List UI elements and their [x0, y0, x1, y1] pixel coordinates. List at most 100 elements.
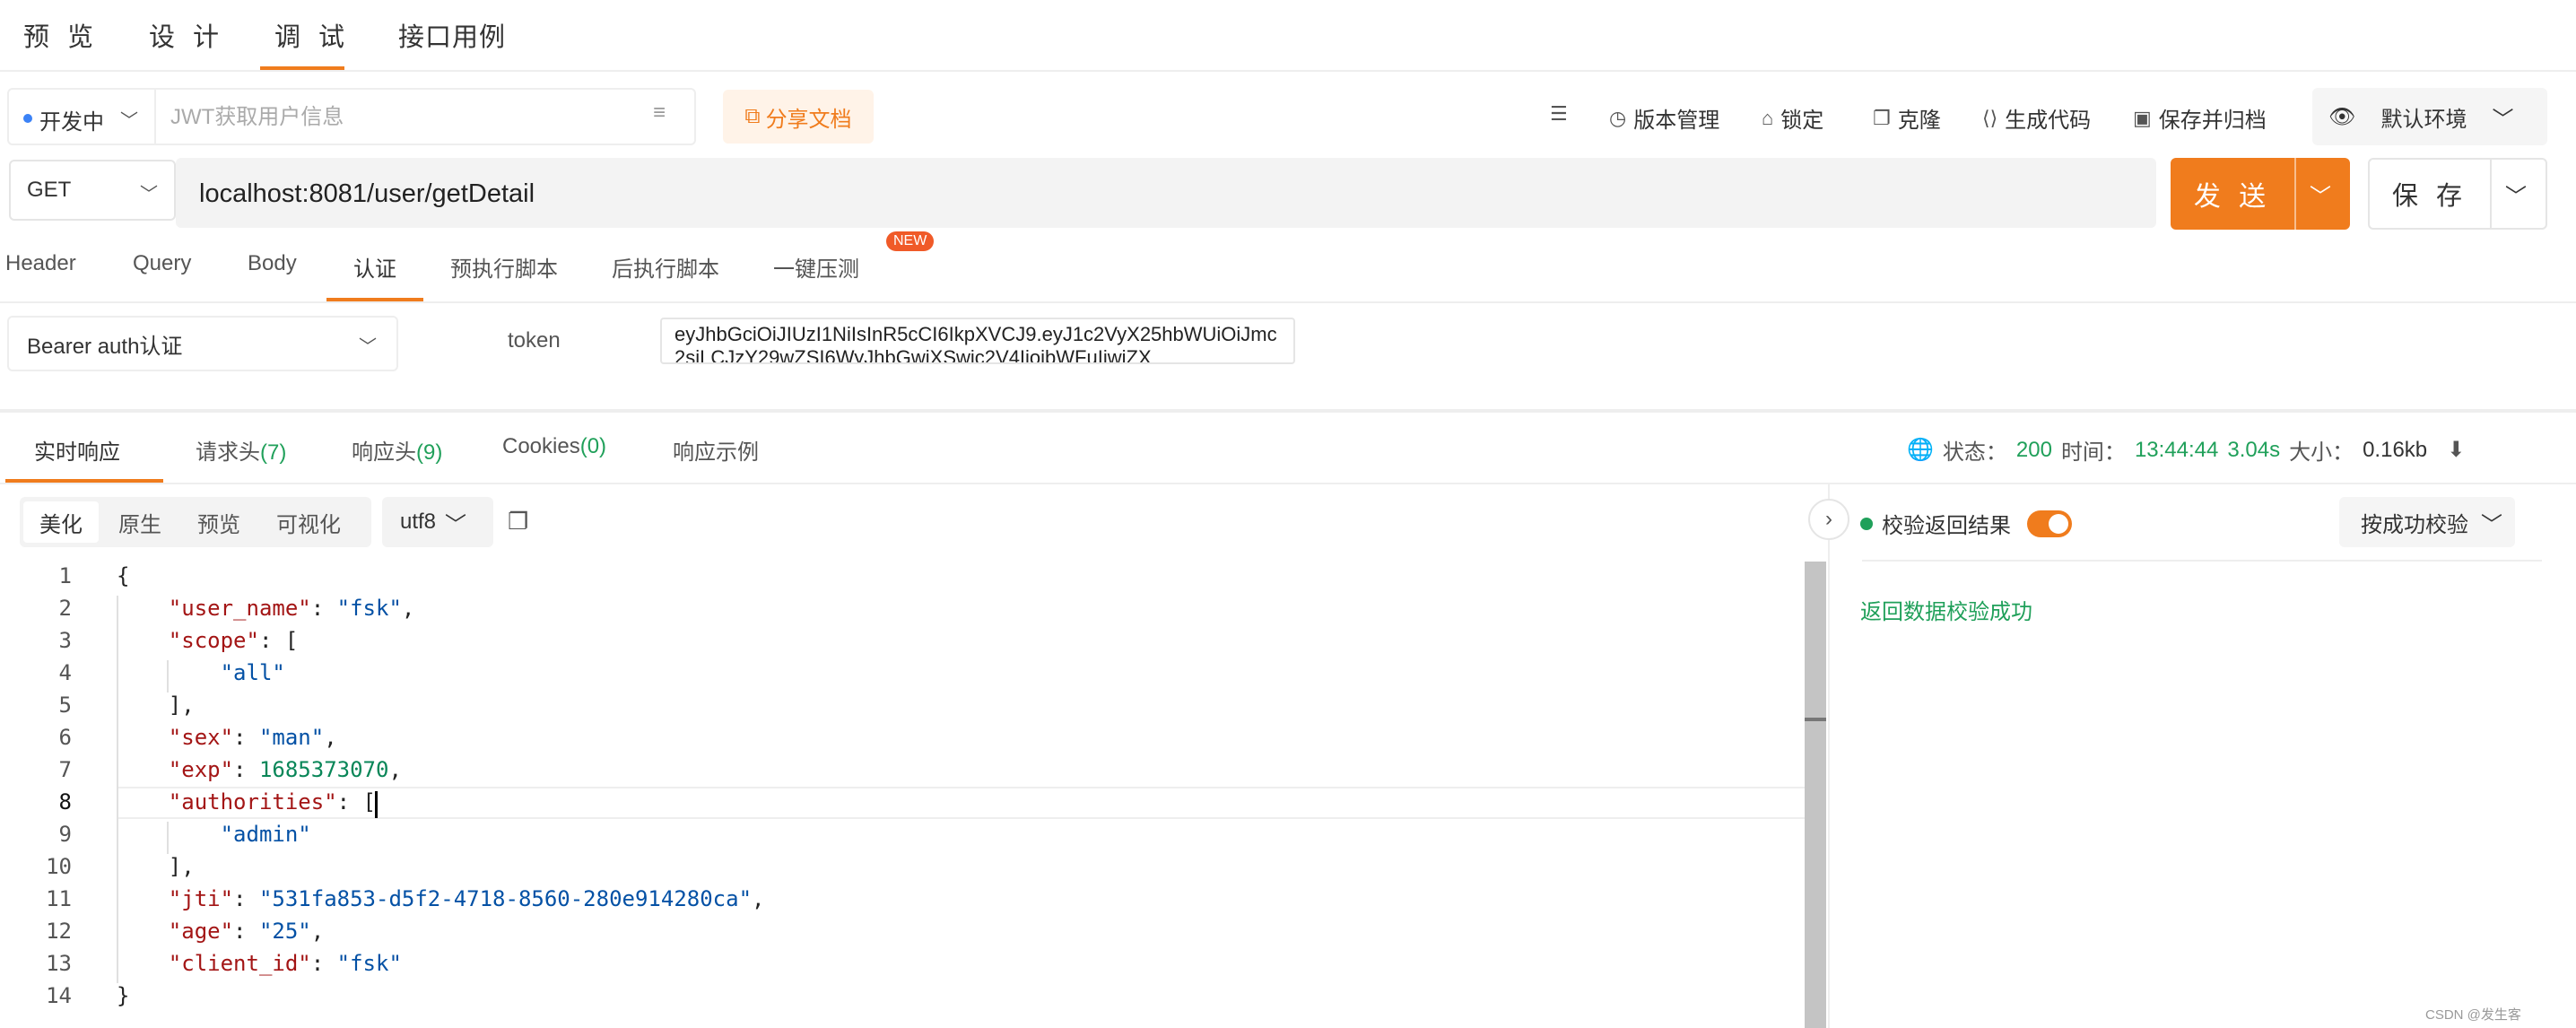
response-code-editor[interactable]: 1 {2 "user_name": "fsk", 3 "scope": [4 "al… — [0, 558, 1826, 1028]
code-line: "jti": "531fa853-d5f2-4718-8560-280e9142… — [168, 886, 765, 911]
clock-icon: ◷ — [1609, 106, 1627, 129]
code-line: "sex": "man", — [168, 725, 337, 750]
code-line: "all" — [220, 660, 285, 685]
code-line: } — [117, 983, 130, 1008]
environment-select[interactable]: 👁 默认环境 ﹀ — [2312, 88, 2547, 145]
response-tab-bar: 实时响应 请求头(7) 响应头(9) Cookies(0) 响应示例 🌐 状态：… — [0, 413, 2576, 484]
line-number: 1 — [58, 563, 72, 588]
chevron-down-icon[interactable]: ﹀ — [2296, 179, 2350, 210]
code-line: "user_name": "fsk", — [168, 596, 415, 621]
indent-guide — [117, 596, 118, 983]
code-line: "authorities": [ — [168, 789, 376, 815]
count-badge: (0) — [579, 434, 607, 458]
time-label: 时间： — [2060, 440, 2126, 465]
tab-header[interactable]: Header — [5, 251, 76, 276]
send-button[interactable]: 发 送 ﹀ — [2171, 158, 2350, 230]
archive-icon: ▣ — [2133, 106, 2152, 129]
save-button[interactable]: 保 存 ﹀ — [2368, 158, 2547, 230]
chevron-down-icon[interactable]: ﹀ — [2492, 179, 2546, 210]
auth-type-label: Bearer auth认证 — [27, 334, 183, 359]
chevron-down-icon[interactable]: ﹀ — [120, 106, 138, 132]
format-preview-button[interactable]: 预览 — [181, 501, 257, 543]
share-doc-label: 分享文档 — [765, 107, 852, 132]
copy-icon[interactable]: ❐ — [508, 508, 528, 536]
share-doc-button[interactable]: ⧉ 分享文档 — [723, 90, 874, 144]
collapse-panel-button[interactable]: › — [1808, 499, 1849, 540]
tab-response-examples[interactable]: 响应示例 — [673, 434, 759, 466]
version-button[interactable]: ◷ 版本管理 — [1609, 102, 1719, 134]
line-number: 10 — [46, 854, 72, 879]
tab-preview[interactable]: 预 览 — [23, 16, 99, 54]
indent-guide — [167, 660, 169, 693]
edit-list-icon[interactable]: ≡ — [653, 100, 666, 126]
scrollbar[interactable] — [1805, 562, 1826, 1028]
status-label: 状态： — [1942, 440, 2007, 465]
tab-debug[interactable]: 调 试 — [274, 16, 350, 54]
tab-auth[interactable]: 认证 — [353, 251, 396, 283]
eye-icon: 👁 — [2328, 104, 2356, 129]
tab-test-cases[interactable]: 接口用例 — [398, 16, 506, 54]
encoding-label: utf8 — [400, 510, 437, 534]
code-line: "age": "25", — [168, 919, 325, 944]
code-line: ], — [117, 693, 195, 718]
gen-code-button[interactable]: ⟨⟩ 生成代码 — [1982, 102, 2091, 134]
line-number: 2 — [58, 596, 72, 621]
method-select[interactable]: GET ﹀ — [9, 160, 176, 221]
format-pretty-button[interactable]: 美化 — [23, 501, 99, 543]
tab-stress-test[interactable]: 一键压测 — [773, 251, 859, 283]
tab-live-response-label: 实时响应 — [34, 440, 120, 465]
send-label: 发 送 — [2193, 182, 2272, 212]
token-label: token — [508, 328, 561, 353]
save-archive-button[interactable]: ▣ 保存并归档 — [2133, 102, 2267, 134]
line-number: 3 — [58, 628, 72, 653]
tab-live-response[interactable]: 实时响应 — [34, 434, 120, 466]
url-input[interactable] — [199, 176, 2083, 212]
status-code: 200 — [2015, 437, 2052, 462]
tab-post-script[interactable]: 后执行脚本 — [612, 251, 719, 283]
tab-query[interactable]: Query — [133, 251, 191, 276]
env-status-label[interactable]: 开发中 — [39, 104, 104, 135]
line-number: 12 — [46, 919, 72, 944]
line-number: 9 — [58, 822, 72, 847]
tab-cookies[interactable]: Cookies(0) — [502, 434, 606, 459]
auth-type-select[interactable]: Bearer auth认证 ﹀ — [7, 316, 398, 371]
download-icon[interactable]: ⬇ — [2447, 437, 2465, 463]
count-badge: (9) — [416, 440, 443, 465]
code-line: "admin" — [220, 822, 311, 847]
tab-body[interactable]: Body — [248, 251, 297, 276]
verify-result-text: 返回数据校验成功 — [1860, 600, 2032, 624]
tab-response-headers[interactable]: 响应头(9) — [352, 434, 442, 466]
env-status-box: 开发中 ﹀ ≡ — [7, 88, 696, 145]
lock-button[interactable]: ⌂ 锁定 — [1762, 102, 1823, 134]
size-value: 0.16kb — [2363, 437, 2428, 462]
tab-pre-script[interactable]: 预执行脚本 — [450, 251, 558, 283]
tab-design[interactable]: 设 计 — [149, 16, 224, 54]
format-raw-button[interactable]: 原生 — [102, 501, 178, 543]
token-input[interactable]: eyJhbGciOiJIUzI1NiIsInR5cCI6IkpXVCJ9.eyJ… — [660, 318, 1295, 364]
line-number: 13 — [46, 951, 72, 976]
method-label: GET — [27, 178, 72, 202]
gen-code-label: 生成代码 — [2005, 109, 2092, 133]
timestamp: 13:44:44 — [2134, 437, 2219, 462]
active-tab-indicator — [260, 66, 344, 70]
verify-toggle-row: 校验返回结果 — [1860, 508, 2072, 539]
verify-toggle[interactable] — [2027, 510, 2072, 537]
outline-button[interactable]: ☰ — [1550, 102, 1568, 126]
request-tab-bar: Header Query Body 认证 预执行脚本 后执行脚本 一键压测 NE… — [0, 231, 2576, 303]
verify-mode-select[interactable]: 按成功校验 ﹀ — [2339, 497, 2515, 547]
count-badge: (7) — [260, 440, 287, 465]
verify-mode-label: 按成功校验 — [2361, 512, 2468, 537]
active-tab-indicator — [326, 298, 423, 301]
clone-button[interactable]: ❐ 克隆 — [1873, 102, 1941, 134]
line-number: 5 — [58, 693, 72, 718]
chevron-down-icon: ﹀ — [2481, 512, 2502, 537]
format-visual-button[interactable]: 可视化 — [260, 501, 357, 543]
tab-request-headers[interactable]: 请求头(7) — [196, 434, 286, 466]
code-line: { — [117, 563, 130, 588]
environment-label: 默认环境 — [2380, 107, 2467, 132]
verify-label: 校验返回结果 — [1882, 514, 2011, 538]
size-label: 大小： — [2289, 440, 2354, 465]
api-name-input[interactable] — [170, 102, 637, 133]
save-label: 保 存 — [2391, 182, 2468, 211]
encoding-select[interactable]: utf8 ﹀ — [382, 497, 493, 547]
